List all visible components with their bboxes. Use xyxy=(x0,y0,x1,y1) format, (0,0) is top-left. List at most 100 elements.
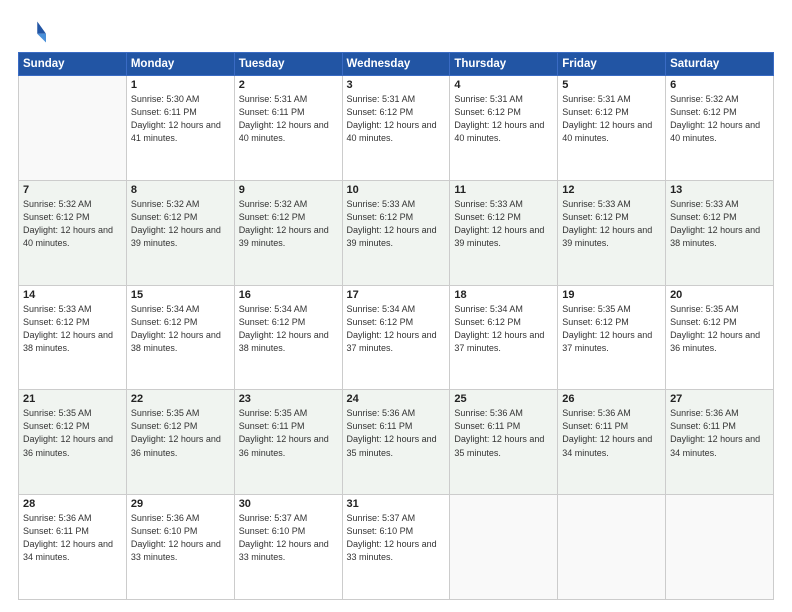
calendar-cell xyxy=(19,76,127,181)
calendar-cell: 21 Sunrise: 5:35 AMSunset: 6:12 PMDayligh… xyxy=(19,390,127,495)
calendar-cell xyxy=(666,495,774,600)
day-info: Sunrise: 5:35 AMSunset: 6:12 PMDaylight:… xyxy=(131,407,230,459)
calendar-cell: 28 Sunrise: 5:36 AMSunset: 6:11 PMDayligh… xyxy=(19,495,127,600)
day-number: 25 xyxy=(454,393,553,405)
day-number: 24 xyxy=(347,393,446,405)
day-number: 14 xyxy=(23,289,122,301)
day-number: 10 xyxy=(347,184,446,196)
day-number: 2 xyxy=(239,79,338,91)
day-info: Sunrise: 5:36 AMSunset: 6:11 PMDaylight:… xyxy=(562,407,661,459)
day-info: Sunrise: 5:34 AMSunset: 6:12 PMDaylight:… xyxy=(131,303,230,355)
calendar-cell: 3 Sunrise: 5:31 AMSunset: 6:12 PMDaylight… xyxy=(342,76,450,181)
calendar-cell: 18 Sunrise: 5:34 AMSunset: 6:12 PMDayligh… xyxy=(450,285,558,390)
calendar-cell: 1 Sunrise: 5:30 AMSunset: 6:11 PMDaylight… xyxy=(126,76,234,181)
day-info: Sunrise: 5:35 AMSunset: 6:11 PMDaylight:… xyxy=(239,407,338,459)
calendar-cell: 15 Sunrise: 5:34 AMSunset: 6:12 PMDayligh… xyxy=(126,285,234,390)
calendar-table: SundayMondayTuesdayWednesdayThursdayFrid… xyxy=(18,52,774,600)
day-number: 16 xyxy=(239,289,338,301)
day-number: 8 xyxy=(131,184,230,196)
week-row-3: 14 Sunrise: 5:33 AMSunset: 6:12 PMDayligh… xyxy=(19,285,774,390)
day-info: Sunrise: 5:37 AMSunset: 6:10 PMDaylight:… xyxy=(239,512,338,564)
calendar-cell: 5 Sunrise: 5:31 AMSunset: 6:12 PMDaylight… xyxy=(558,76,666,181)
day-number: 13 xyxy=(670,184,769,196)
header-row: SundayMondayTuesdayWednesdayThursdayFrid… xyxy=(19,53,774,76)
day-info: Sunrise: 5:35 AMSunset: 6:12 PMDaylight:… xyxy=(562,303,661,355)
calendar-cell: 14 Sunrise: 5:33 AMSunset: 6:12 PMDayligh… xyxy=(19,285,127,390)
day-info: Sunrise: 5:31 AMSunset: 6:11 PMDaylight:… xyxy=(239,93,338,145)
column-header-thursday: Thursday xyxy=(450,53,558,76)
day-info: Sunrise: 5:31 AMSunset: 6:12 PMDaylight:… xyxy=(347,93,446,145)
calendar-cell: 19 Sunrise: 5:35 AMSunset: 6:12 PMDayligh… xyxy=(558,285,666,390)
calendar-cell: 27 Sunrise: 5:36 AMSunset: 6:11 PMDayligh… xyxy=(666,390,774,495)
calendar-cell: 10 Sunrise: 5:33 AMSunset: 6:12 PMDayligh… xyxy=(342,180,450,285)
column-header-saturday: Saturday xyxy=(666,53,774,76)
calendar-cell xyxy=(558,495,666,600)
day-info: Sunrise: 5:32 AMSunset: 6:12 PMDaylight:… xyxy=(131,198,230,250)
day-info: Sunrise: 5:37 AMSunset: 6:10 PMDaylight:… xyxy=(347,512,446,564)
day-number: 11 xyxy=(454,184,553,196)
week-row-4: 21 Sunrise: 5:35 AMSunset: 6:12 PMDayligh… xyxy=(19,390,774,495)
calendar-cell xyxy=(450,495,558,600)
day-info: Sunrise: 5:33 AMSunset: 6:12 PMDaylight:… xyxy=(562,198,661,250)
week-row-1: 1 Sunrise: 5:30 AMSunset: 6:11 PMDaylight… xyxy=(19,76,774,181)
day-info: Sunrise: 5:36 AMSunset: 6:11 PMDaylight:… xyxy=(454,407,553,459)
calendar-cell: 7 Sunrise: 5:32 AMSunset: 6:12 PMDaylight… xyxy=(19,180,127,285)
column-header-wednesday: Wednesday xyxy=(342,53,450,76)
calendar-cell: 23Sunrise: 5:35 AMSunset: 6:11 PMDayligh… xyxy=(234,390,342,495)
day-info: Sunrise: 5:34 AMSunset: 6:12 PMDaylight:… xyxy=(239,303,338,355)
day-number: 28 xyxy=(23,498,122,510)
column-header-monday: Monday xyxy=(126,53,234,76)
day-number: 3 xyxy=(347,79,446,91)
day-number: 20 xyxy=(670,289,769,301)
day-info: Sunrise: 5:36 AMSunset: 6:11 PMDaylight:… xyxy=(670,407,769,459)
day-info: Sunrise: 5:36 AMSunset: 6:11 PMDaylight:… xyxy=(347,407,446,459)
day-number: 19 xyxy=(562,289,661,301)
header xyxy=(18,18,774,46)
calendar-cell: 8 Sunrise: 5:32 AMSunset: 6:12 PMDaylight… xyxy=(126,180,234,285)
day-info: Sunrise: 5:32 AMSunset: 6:12 PMDaylight:… xyxy=(23,198,122,250)
day-info: Sunrise: 5:31 AMSunset: 6:12 PMDaylight:… xyxy=(562,93,661,145)
day-number: 29 xyxy=(131,498,230,510)
day-info: Sunrise: 5:35 AMSunset: 6:12 PMDaylight:… xyxy=(23,407,122,459)
day-number: 30 xyxy=(239,498,338,510)
page: SundayMondayTuesdayWednesdayThursdayFrid… xyxy=(0,0,792,612)
day-number: 5 xyxy=(562,79,661,91)
calendar-cell: 29 Sunrise: 5:36 AMSunset: 6:10 PMDayligh… xyxy=(126,495,234,600)
day-info: Sunrise: 5:32 AMSunset: 6:12 PMDaylight:… xyxy=(239,198,338,250)
week-row-5: 28 Sunrise: 5:36 AMSunset: 6:11 PMDayligh… xyxy=(19,495,774,600)
day-info: Sunrise: 5:33 AMSunset: 6:12 PMDaylight:… xyxy=(670,198,769,250)
day-info: Sunrise: 5:31 AMSunset: 6:12 PMDaylight:… xyxy=(454,93,553,145)
day-number: 1 xyxy=(131,79,230,91)
day-number: 4 xyxy=(454,79,553,91)
day-info: Sunrise: 5:35 AMSunset: 6:12 PMDaylight:… xyxy=(670,303,769,355)
day-number: 9 xyxy=(239,184,338,196)
calendar-cell: 11Sunrise: 5:33 AMSunset: 6:12 PMDayligh… xyxy=(450,180,558,285)
day-info: Sunrise: 5:30 AMSunset: 6:11 PMDaylight:… xyxy=(131,93,230,145)
day-info: Sunrise: 5:33 AMSunset: 6:12 PMDaylight:… xyxy=(347,198,446,250)
day-info: Sunrise: 5:36 AMSunset: 6:11 PMDaylight:… xyxy=(23,512,122,564)
day-number: 21 xyxy=(23,393,122,405)
column-header-friday: Friday xyxy=(558,53,666,76)
logo xyxy=(18,18,50,46)
day-number: 6 xyxy=(670,79,769,91)
day-number: 18 xyxy=(454,289,553,301)
day-number: 7 xyxy=(23,184,122,196)
calendar-cell: 16 Sunrise: 5:34 AMSunset: 6:12 PMDayligh… xyxy=(234,285,342,390)
logo-icon xyxy=(18,18,46,46)
calendar-cell: 25 Sunrise: 5:36 AMSunset: 6:11 PMDayligh… xyxy=(450,390,558,495)
calendar-cell: 6 Sunrise: 5:32 AMSunset: 6:12 PMDaylight… xyxy=(666,76,774,181)
day-number: 31 xyxy=(347,498,446,510)
day-info: Sunrise: 5:34 AMSunset: 6:12 PMDaylight:… xyxy=(347,303,446,355)
day-info: Sunrise: 5:34 AMSunset: 6:12 PMDaylight:… xyxy=(454,303,553,355)
column-header-tuesday: Tuesday xyxy=(234,53,342,76)
day-info: Sunrise: 5:32 AMSunset: 6:12 PMDaylight:… xyxy=(670,93,769,145)
day-number: 27 xyxy=(670,393,769,405)
calendar-cell: 26Sunrise: 5:36 AMSunset: 6:11 PMDayligh… xyxy=(558,390,666,495)
day-number: 17 xyxy=(347,289,446,301)
day-info: Sunrise: 5:36 AMSunset: 6:10 PMDaylight:… xyxy=(131,512,230,564)
calendar-cell: 4 Sunrise: 5:31 AMSunset: 6:12 PMDaylight… xyxy=(450,76,558,181)
day-info: Sunrise: 5:33 AMSunset: 6:12 PMDaylight:… xyxy=(23,303,122,355)
day-number: 15 xyxy=(131,289,230,301)
day-number: 22 xyxy=(131,393,230,405)
calendar-cell: 24 Sunrise: 5:36 AMSunset: 6:11 PMDayligh… xyxy=(342,390,450,495)
